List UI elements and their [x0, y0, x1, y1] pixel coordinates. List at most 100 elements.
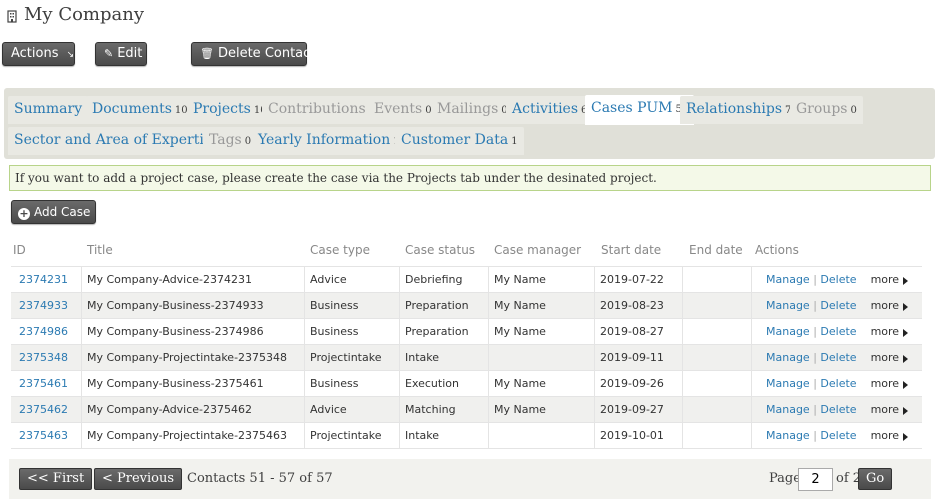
action-separator: | [813, 429, 817, 442]
tab-yearly-information[interactable]: Yearly Information12 [252, 127, 412, 155]
edit-label: Edit [117, 46, 143, 61]
tab-customer-data[interactable]: Customer Data 1 [395, 127, 524, 155]
tab-cases-pum[interactable]: Cases PUM57 [585, 95, 695, 125]
tab-documents[interactable]: Documents 105 [86, 96, 200, 124]
add-case-button[interactable]: + Add Case [11, 200, 96, 224]
cell-case-type: Advice [310, 273, 347, 286]
action-separator: | [813, 273, 817, 286]
column-divider [81, 423, 82, 448]
column-divider [399, 345, 400, 370]
action-separator: | [813, 299, 817, 312]
cell-start-date: 2019-08-27 [600, 325, 664, 338]
cell-start-date: 2019-07-22 [600, 273, 664, 286]
cell-id[interactable]: 2374986 [19, 319, 68, 344]
column-header-case-type[interactable]: Case type [310, 243, 370, 257]
manage-link[interactable]: Manage [766, 299, 810, 312]
cell-start-date: 2019-09-26 [600, 377, 664, 390]
column-divider [81, 267, 82, 292]
column-divider [751, 345, 752, 370]
cell-case-type: Projectintake [310, 351, 382, 364]
cell-title: My Company-Business-2374933 [87, 299, 264, 312]
tab-relationships[interactable]: Relationships79 [680, 96, 804, 124]
more-menu[interactable]: more [871, 377, 909, 390]
column-divider [488, 423, 489, 448]
manage-link[interactable]: Manage [766, 429, 810, 442]
cell-id[interactable]: 2374231 [19, 267, 68, 292]
tab-projects[interactable]: Projects 10 [187, 96, 273, 124]
cell-case-type: Business [310, 377, 359, 390]
go-button[interactable]: Go [858, 468, 893, 490]
column-divider [304, 423, 305, 448]
table-row: 2374231 My Company-Advice-2374231 Advice De… [11, 267, 922, 293]
column-header-end-date[interactable]: End date [689, 243, 743, 257]
manage-link[interactable]: Manage [766, 351, 810, 364]
more-menu[interactable]: more [871, 273, 909, 286]
column-divider [751, 267, 752, 292]
triangle-right-icon [903, 407, 909, 415]
page-number-input[interactable] [798, 468, 833, 491]
manage-link[interactable]: Manage [766, 325, 810, 338]
column-header-start-date[interactable]: Start date [601, 243, 661, 257]
cell-id[interactable]: 2375462 [19, 397, 68, 422]
column-divider [594, 397, 595, 422]
cell-case-status: Preparation [405, 325, 469, 338]
more-label: more [870, 429, 900, 442]
triangle-right-icon [903, 303, 909, 311]
cell-id[interactable]: 2374933 [19, 293, 68, 318]
cell-id[interactable]: 2375348 [19, 345, 68, 370]
actions-label: Actions [11, 46, 59, 61]
column-header-id[interactable]: ID [13, 243, 26, 257]
tab-tags: Tags 0 [203, 127, 258, 155]
row-actions: Manage | Delete more [766, 267, 909, 292]
more-label: more [870, 377, 900, 390]
manage-link[interactable]: Manage [766, 403, 810, 416]
more-menu[interactable]: more [871, 299, 909, 312]
page-header: My Company [6, 2, 144, 26]
delete-link[interactable]: Delete [820, 273, 856, 286]
delete-link[interactable]: Delete [820, 351, 856, 364]
more-menu[interactable]: more [871, 351, 909, 364]
cell-case-type: Business [310, 299, 359, 312]
tab-activities[interactable]: Activities6 [506, 96, 594, 124]
cell-case-manager: My Name [494, 325, 546, 338]
cell-start-date: 2019-09-27 [600, 403, 664, 416]
row-actions: Manage | Delete more [766, 345, 909, 370]
first-page-button[interactable]: << First [19, 468, 93, 490]
column-divider [399, 371, 400, 396]
triangle-right-icon [903, 433, 909, 441]
delete-link[interactable]: Delete [820, 429, 856, 442]
tab-sector-expertise[interactable]: Sector and Area of Expertise7 [8, 127, 235, 155]
cell-title: My Company-Advice-2375462 [87, 403, 253, 416]
column-divider [682, 397, 683, 422]
trash-icon: 🗑 [200, 47, 214, 60]
delete-link[interactable]: Delete [820, 299, 856, 312]
column-header-case-manager[interactable]: Case manager [494, 243, 581, 257]
cases-table: 2374231 My Company-Advice-2374231 Advice De… [11, 266, 922, 449]
cell-id[interactable]: 2375461 [19, 371, 68, 396]
tab-summary[interactable]: Summary [8, 96, 89, 124]
manage-link[interactable]: Manage [766, 377, 810, 390]
column-divider [751, 293, 752, 318]
delete-link[interactable]: Delete [820, 377, 856, 390]
cell-case-manager: My Name [494, 299, 546, 312]
more-menu[interactable]: more [871, 429, 909, 442]
column-divider [594, 371, 595, 396]
column-divider [304, 319, 305, 344]
edit-button[interactable]: ✎ Edit [95, 42, 147, 66]
delete-link[interactable]: Delete [820, 403, 856, 416]
column-header-title[interactable]: Title [87, 243, 113, 257]
cell-case-status: Debriefing [405, 273, 463, 286]
more-menu[interactable]: more [871, 403, 909, 416]
delete-link[interactable]: Delete [820, 325, 856, 338]
row-actions: Manage | Delete more [766, 397, 909, 422]
column-divider [751, 397, 752, 422]
cell-id[interactable]: 2375463 [19, 423, 68, 448]
actions-button[interactable]: Actions ↘ [2, 42, 75, 66]
column-divider [81, 371, 82, 396]
delete-contact-button[interactable]: 🗑 Delete Contact [191, 42, 315, 66]
manage-link[interactable]: Manage [766, 273, 810, 286]
column-divider [488, 371, 489, 396]
previous-page-button[interactable]: < Previous [94, 468, 183, 490]
more-menu[interactable]: more [871, 325, 909, 338]
column-header-case-status[interactable]: Case status [405, 243, 475, 257]
